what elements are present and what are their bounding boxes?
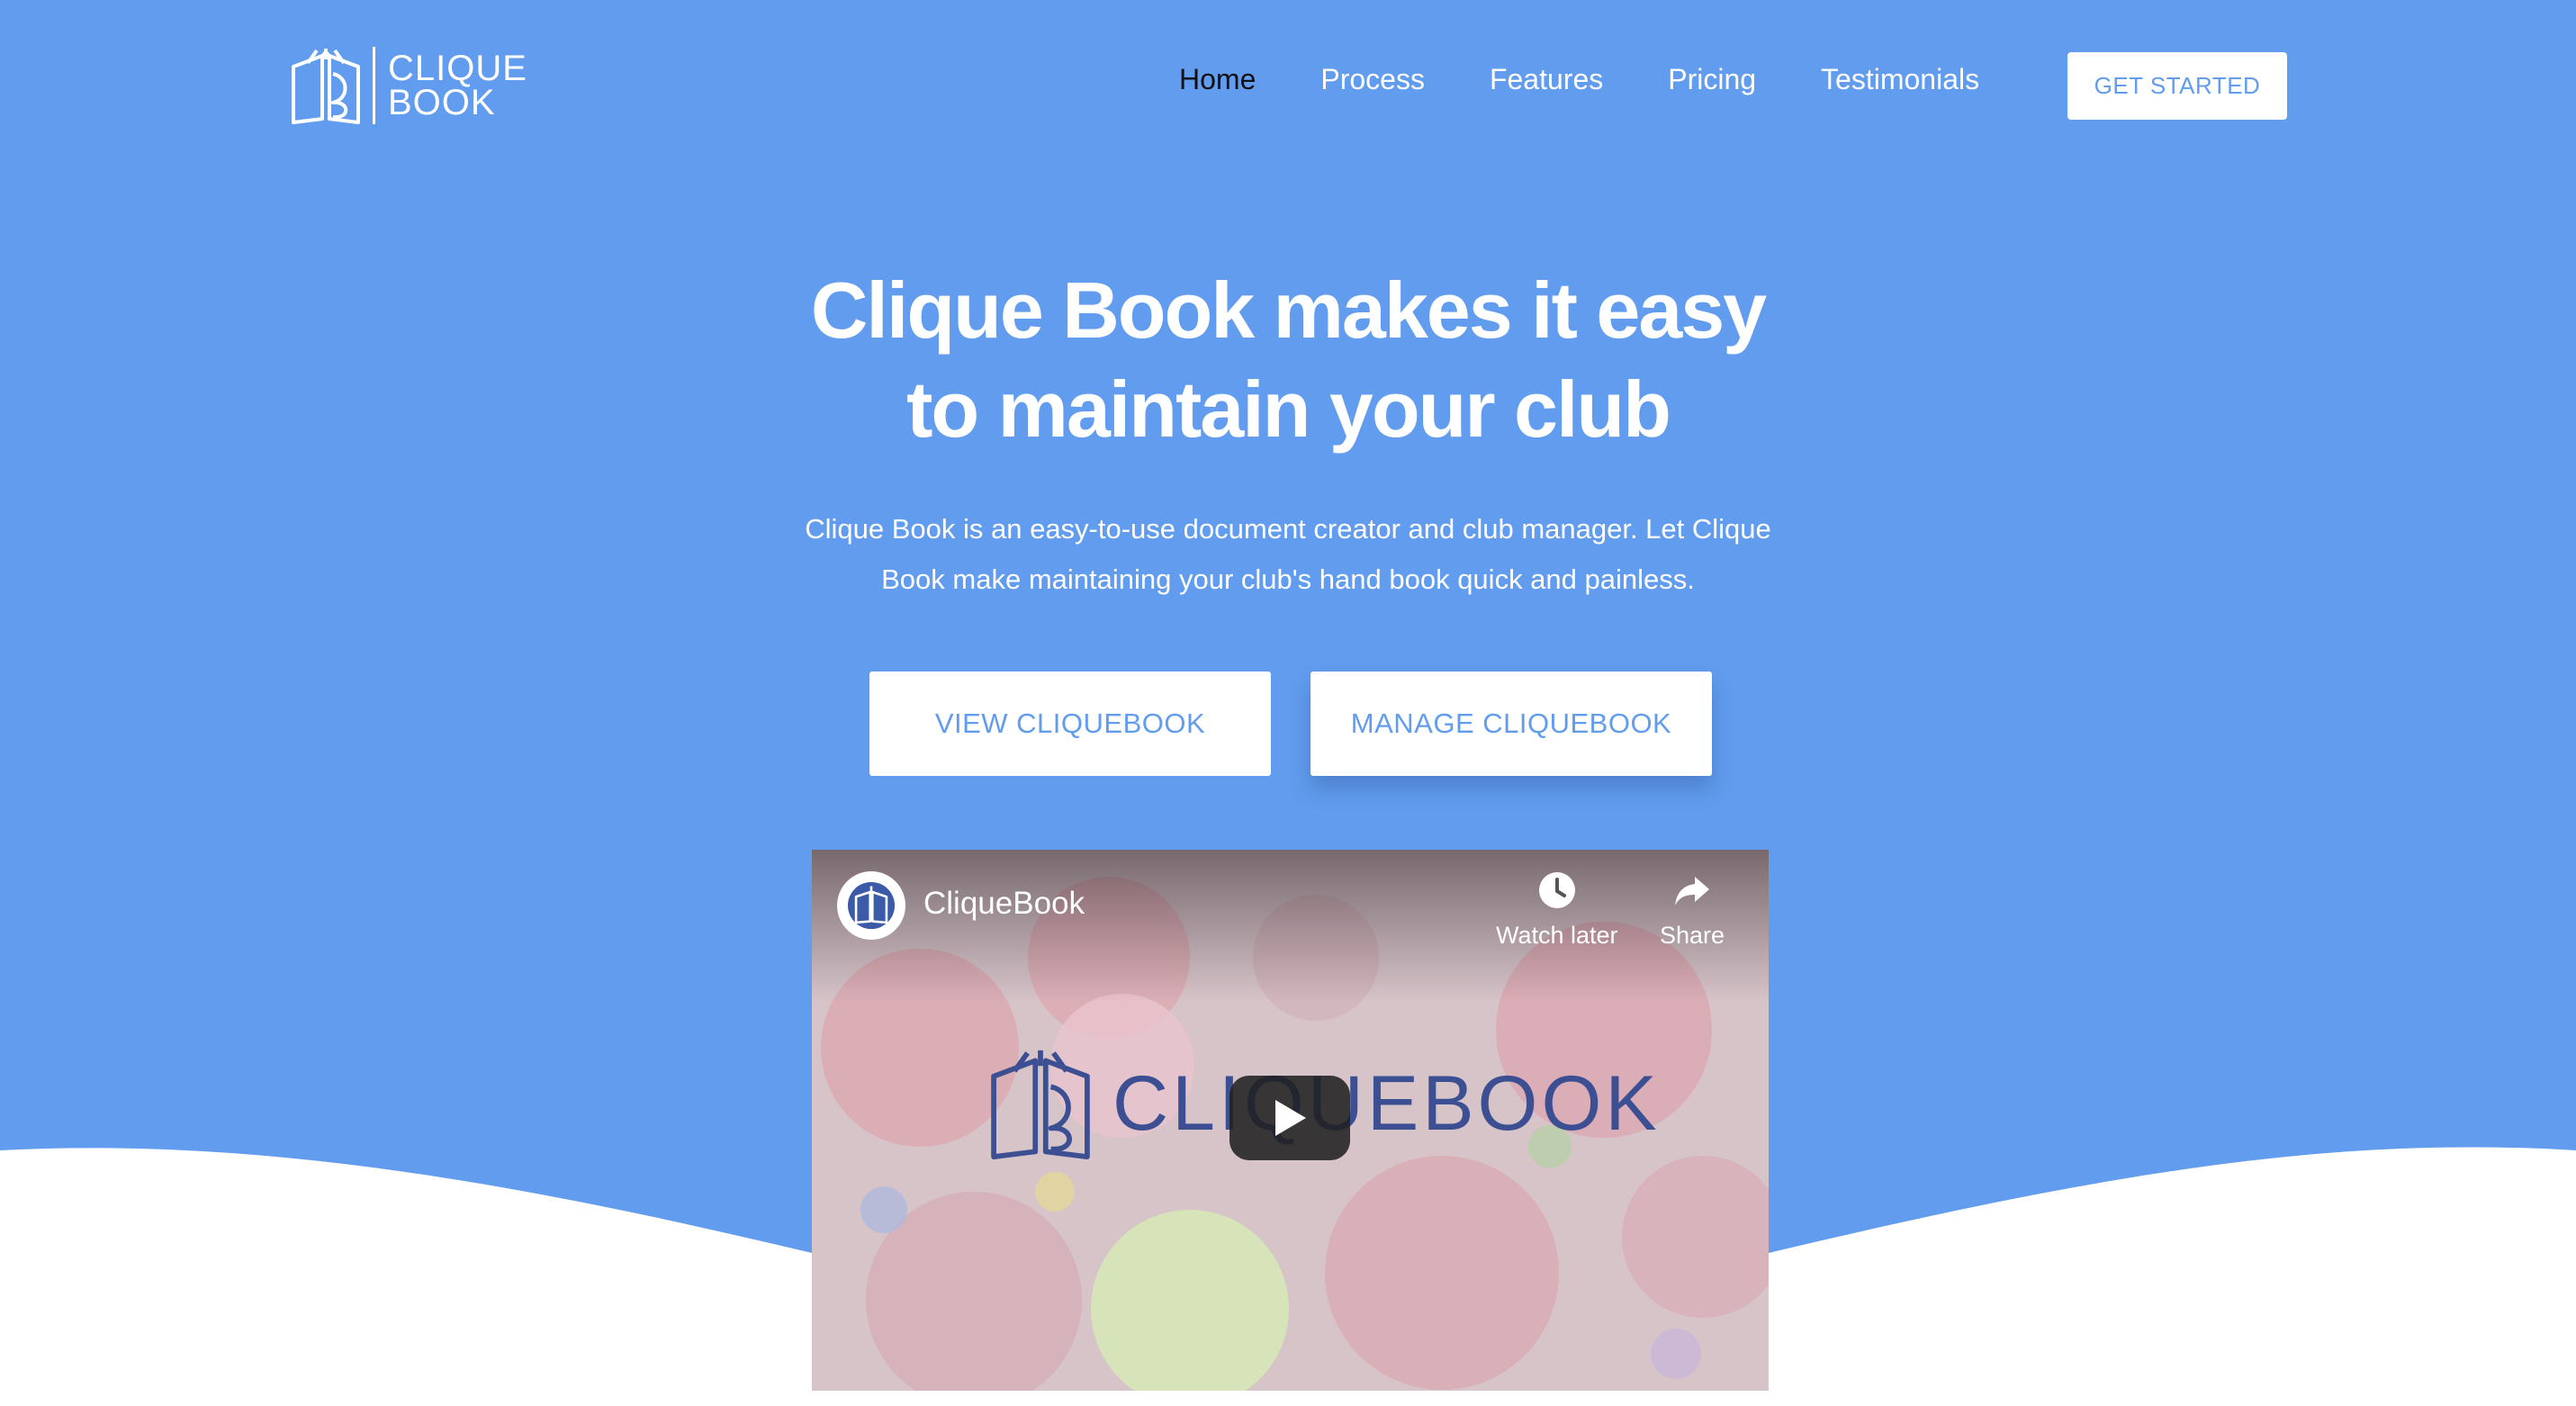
channel-avatar-icon[interactable]: [837, 871, 905, 940]
nav-pricing[interactable]: Pricing: [1668, 63, 1756, 96]
logo-divider: [373, 47, 375, 124]
nav-process[interactable]: Process: [1320, 63, 1425, 96]
clock-icon: [1538, 872, 1575, 908]
share-arrow-icon: [1675, 877, 1710, 906]
brand-logo[interactable]: CLIQUE BOOK: [290, 45, 527, 126]
nav-home[interactable]: Home: [1179, 63, 1256, 96]
logo-wordmark: CLIQUE BOOK: [388, 49, 527, 122]
open-book-icon: [991, 1050, 1090, 1159]
watch-later-button[interactable]: Watch later: [1496, 870, 1618, 950]
play-icon: [1275, 1100, 1306, 1136]
watch-later-label: Watch later: [1496, 922, 1618, 949]
hero-subtitle-line-2: Book make maintaining your club's hand b…: [881, 563, 1695, 595]
view-cliquebook-button[interactable]: VIEW CLIQUEBOOK: [869, 671, 1271, 776]
play-button[interactable]: [1229, 1076, 1350, 1160]
hero-subtitle-line-1: Clique Book is an easy-to-use document c…: [805, 513, 1771, 545]
get-started-button[interactable]: GET STARTED: [2067, 52, 2287, 120]
manage-cliquebook-button[interactable]: MANAGE CLIQUEBOOK: [1311, 671, 1712, 776]
logo-line-2: BOOK: [388, 83, 496, 122]
hero-title-line-1: Clique Book makes it easy: [810, 266, 1767, 355]
share-button[interactable]: Share: [1660, 870, 1725, 950]
hero-title: Clique Book makes it easy to maintain yo…: [658, 261, 1918, 459]
video-channel-title[interactable]: CliqueBook: [923, 886, 1085, 922]
landing-page: CLIQUE BOOK Home Process Features Pricin…: [0, 0, 2576, 1406]
main-nav: Home Process Features Pricing Testimonia…: [1179, 63, 2044, 96]
video-player[interactable]: CliqueBook Watch later Share CLIQUEBOOK: [812, 850, 1769, 1391]
logo-line-1: CLIQUE: [388, 49, 527, 88]
hero-title-line-2: to maintain your club: [906, 365, 1671, 454]
video-thumbnail-logo-text: CLIQUEBOOK: [1112, 1059, 1661, 1147]
hero-subtitle: Clique Book is an easy-to-use document c…: [748, 504, 1828, 605]
open-book-icon: [292, 49, 360, 124]
nav-features[interactable]: Features: [1490, 63, 1603, 96]
share-label: Share: [1660, 922, 1725, 949]
nav-testimonials[interactable]: Testimonials: [1821, 63, 1979, 96]
video-top-shade: [812, 850, 1769, 1003]
